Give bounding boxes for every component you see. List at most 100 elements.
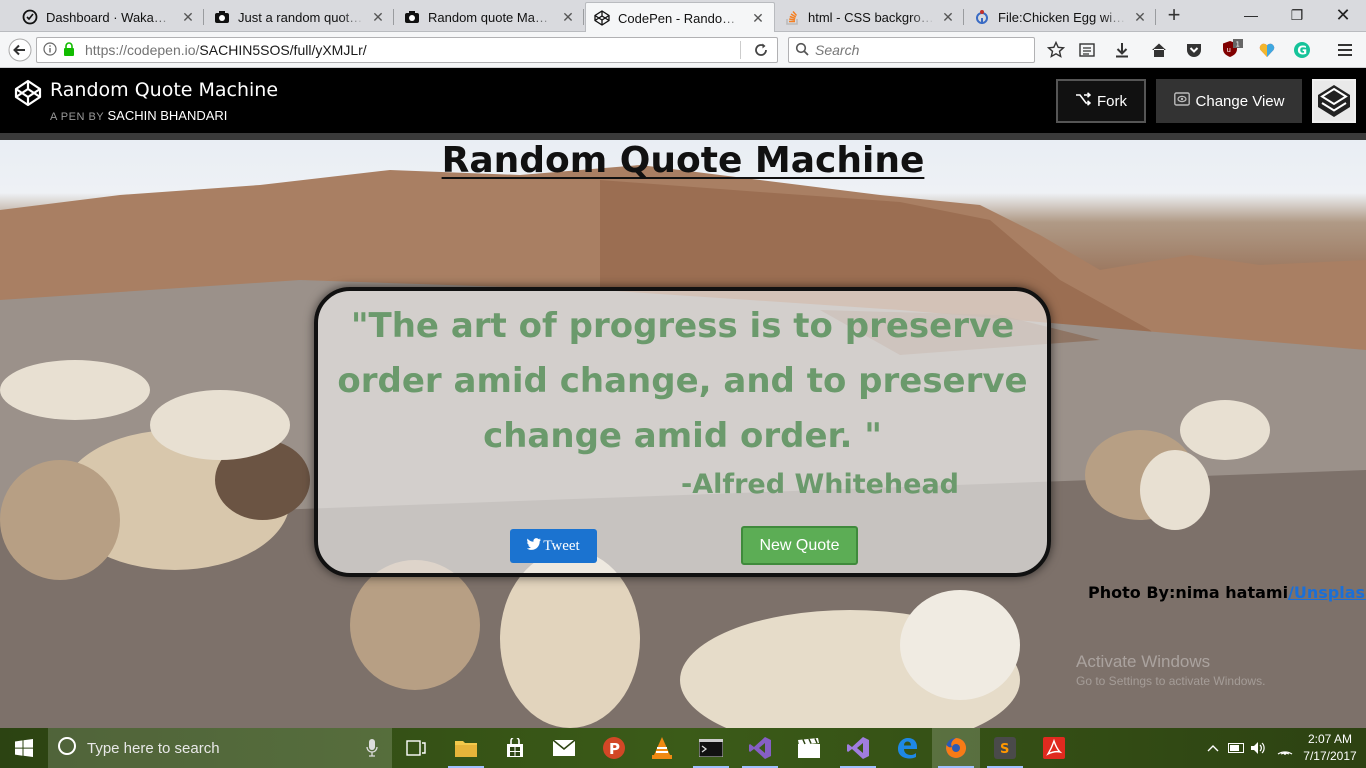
pocket-icon[interactable] [1182, 38, 1206, 62]
microphone-icon[interactable] [366, 739, 378, 761]
eye-icon [1173, 92, 1190, 110]
search-field[interactable]: Search [788, 37, 1035, 63]
ublock-icon[interactable]: u1 [1220, 38, 1244, 62]
browser-tab[interactable]: Random quote Machine ✕ [396, 2, 584, 32]
terminal-icon[interactable] [687, 728, 735, 768]
close-tab-icon[interactable]: ✕ [940, 9, 956, 26]
visual-studio-icon[interactable] [736, 728, 784, 768]
unsplash-link[interactable]: /Unsplash [1288, 583, 1366, 602]
hamburger-menu-icon[interactable] [1333, 38, 1357, 62]
fork-icon [1075, 92, 1092, 110]
tab-title: File:Chicken Egg without [998, 9, 1126, 25]
twitter-bird-icon [527, 537, 542, 555]
vlc-icon[interactable] [638, 728, 686, 768]
taskbar-search-box[interactable]: Type here to search [48, 728, 392, 768]
pen-author: A PEN BY SACHIN BHANDARI [50, 108, 228, 123]
clock-time: 2:07 AM [1307, 732, 1353, 746]
store-icon[interactable] [491, 728, 539, 768]
grammarly-icon[interactable]: G [1290, 38, 1314, 62]
codepen-logo-icon[interactable] [14, 79, 42, 112]
battery-icon[interactable] [1228, 740, 1244, 756]
change-view-button[interactable]: Change View [1156, 79, 1302, 123]
cortana-circle-icon [57, 736, 77, 760]
svg-text:1: 1 [1236, 41, 1240, 49]
back-button[interactable] [6, 36, 34, 64]
browser-tab[interactable]: File:Chicken Egg without ✕ [966, 2, 1156, 32]
volume-icon[interactable] [1250, 740, 1266, 756]
svg-text:S: S [1000, 742, 1009, 757]
info-icon[interactable] [43, 41, 57, 59]
stackoverflow-icon [784, 9, 800, 25]
close-tab-icon[interactable]: ✕ [750, 10, 766, 27]
pen-preview: Random Quote Machine "The art of progres… [0, 140, 1366, 728]
browser-tab-active[interactable]: CodePen - Random Quo ✕ [585, 2, 775, 33]
photo-credit: Photo By:nima hatami/Unsplash [1088, 583, 1366, 602]
new-quote-button[interactable]: New Quote [741, 526, 858, 565]
visual-studio-alt-icon[interactable] [834, 728, 882, 768]
extension-heart-icon[interactable] [1255, 38, 1279, 62]
close-tab-icon[interactable]: ✕ [560, 9, 576, 26]
mail-icon[interactable] [540, 728, 588, 768]
edge-icon[interactable] [883, 728, 931, 768]
sublime-text-icon[interactable]: S [981, 728, 1029, 768]
fork-button[interactable]: Fork [1056, 79, 1146, 123]
taskbar-clock[interactable]: 2:07 AM 7/17/2017 [1300, 731, 1360, 765]
svg-text:P: P [609, 740, 620, 758]
tab-title: Dashboard · WakaTime [46, 9, 174, 25]
camera-icon [214, 9, 230, 25]
wifi-icon[interactable] [1277, 740, 1293, 756]
user-avatar[interactable] [1312, 79, 1356, 123]
tray-chevron-up-icon[interactable] [1205, 740, 1221, 756]
browser-tab-strip: Dashboard · WakaTime ✕ Just a random quo… [0, 0, 1366, 33]
windows-logo-icon [15, 739, 33, 757]
restore-button[interactable]: ❐ [1274, 0, 1320, 30]
author-link[interactable]: SACHIN BHANDARI [108, 108, 228, 123]
acrobat-icon[interactable] [1030, 728, 1078, 768]
activate-windows-subtext: Go to Settings to activate Windows. [1076, 674, 1266, 688]
back-arrow-icon [8, 38, 32, 62]
header-divider [0, 133, 1366, 140]
browser-tab[interactable]: Just a random quote ma ✕ [206, 2, 394, 32]
tab-title: CodePen - Random Quo [618, 10, 744, 26]
home-icon[interactable] [1147, 38, 1171, 62]
firefox-icon[interactable] [932, 728, 980, 768]
reload-icon[interactable] [753, 42, 769, 61]
lock-icon[interactable] [63, 41, 75, 59]
windows-taskbar: Type here to search P S 2:07 AM 7/17/201… [0, 728, 1366, 768]
camera-icon [404, 9, 420, 25]
close-window-button[interactable]: ✕ [1320, 0, 1366, 30]
minimize-button[interactable]: — [1228, 0, 1274, 30]
search-placeholder: Search [815, 42, 860, 58]
tweet-button[interactable]: Tweet [510, 529, 597, 563]
tab-title: Random quote Machine [428, 9, 554, 25]
new-tab-button[interactable]: + [1162, 4, 1186, 28]
wikimedia-icon [974, 9, 990, 25]
task-view-icon[interactable] [392, 728, 440, 768]
downloads-icon[interactable] [1110, 38, 1134, 62]
start-button[interactable] [0, 728, 48, 768]
file-explorer-icon[interactable] [442, 728, 490, 768]
bookmark-star-icon[interactable] [1044, 38, 1068, 62]
tab-title: Just a random quote ma [238, 9, 364, 25]
wakatime-icon [22, 9, 38, 25]
taskbar-search-placeholder: Type here to search [87, 739, 220, 757]
quote-box: "The art of progress is to preserve orde… [314, 287, 1051, 577]
pen-title: Random Quote Machine [50, 79, 279, 101]
search-icon [795, 42, 809, 59]
url-bar[interactable]: https://codepen.io/SACHIN5SOS/full/yXMJL… [36, 37, 778, 63]
close-tab-icon[interactable]: ✕ [1132, 9, 1148, 26]
clapperboard-icon[interactable] [785, 728, 833, 768]
powerpoint-icon[interactable]: P [590, 728, 638, 768]
reading-list-icon[interactable] [1075, 38, 1099, 62]
close-tab-icon[interactable]: ✕ [180, 9, 196, 26]
page-heading: Random Quote Machine [441, 140, 925, 181]
quote-author: -Alfred Whitehead [680, 469, 959, 500]
codepen-icon [594, 10, 610, 26]
browser-tab[interactable]: Dashboard · WakaTime ✕ [14, 2, 204, 32]
navigation-bar: https://codepen.io/SACHIN5SOS/full/yXMJL… [0, 32, 1366, 68]
activate-windows-watermark: Activate Windows [1076, 652, 1211, 671]
codepen-avatar-icon [1314, 81, 1354, 121]
tab-title: html - CSS background i [808, 9, 934, 25]
browser-tab[interactable]: html - CSS background i ✕ [776, 2, 964, 32]
close-tab-icon[interactable]: ✕ [370, 9, 386, 26]
